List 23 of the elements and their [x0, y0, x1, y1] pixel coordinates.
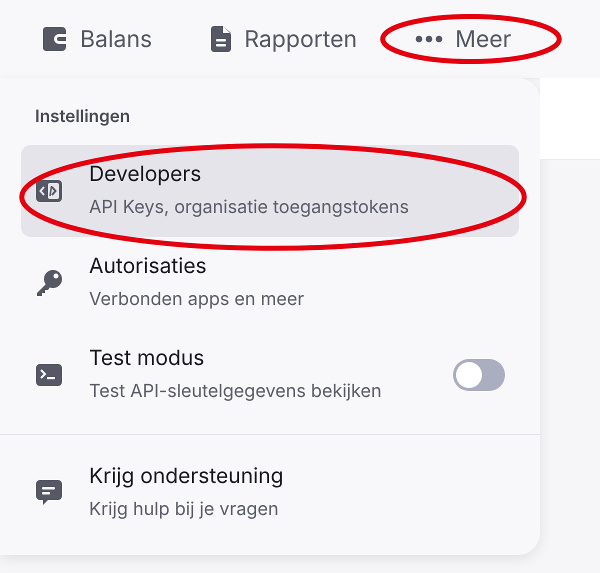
item-title: Test modus — [89, 345, 206, 373]
item-title: Krijg ondersteuning — [89, 463, 284, 491]
menu-item[interactable]: Test modus Test API-sleutelgegevens bekijken — [21, 329, 519, 421]
menu-heading: Instellingen — [35, 106, 132, 129]
item-subtitle: Krijg hulp bij je vragen — [89, 498, 280, 522]
item-title: Autorisaties — [89, 253, 208, 281]
menu-item[interactable]: Krijg ondersteuning Krijg hulp bij je vragen — [21, 447, 519, 539]
nav-tab[interactable]: Rapporten — [210, 22, 358, 56]
wallet-icon — [42, 25, 68, 53]
chat-icon — [35, 479, 63, 507]
item-subtitle: Test API-sleutelgegevens bekijken — [89, 380, 383, 404]
more-icon — [415, 35, 444, 43]
code-icon — [35, 179, 63, 203]
menu-item[interactable]: Developers API Keys, organisatie toegangstokens — [21, 145, 519, 237]
item-subtitle: API Keys, organisatie toegangstokens — [89, 196, 410, 220]
key-icon — [35, 269, 63, 297]
nav-tab[interactable]: Balans — [42, 22, 152, 56]
item-subtitle: Verbonden apps en meer — [89, 288, 306, 312]
item-title: Developers — [89, 161, 202, 189]
menu-item[interactable]: Autorisaties Verbonden apps en meer — [21, 237, 519, 329]
document-icon — [210, 25, 232, 53]
toggle-switch[interactable] — [453, 359, 505, 391]
terminal-icon — [35, 363, 63, 387]
